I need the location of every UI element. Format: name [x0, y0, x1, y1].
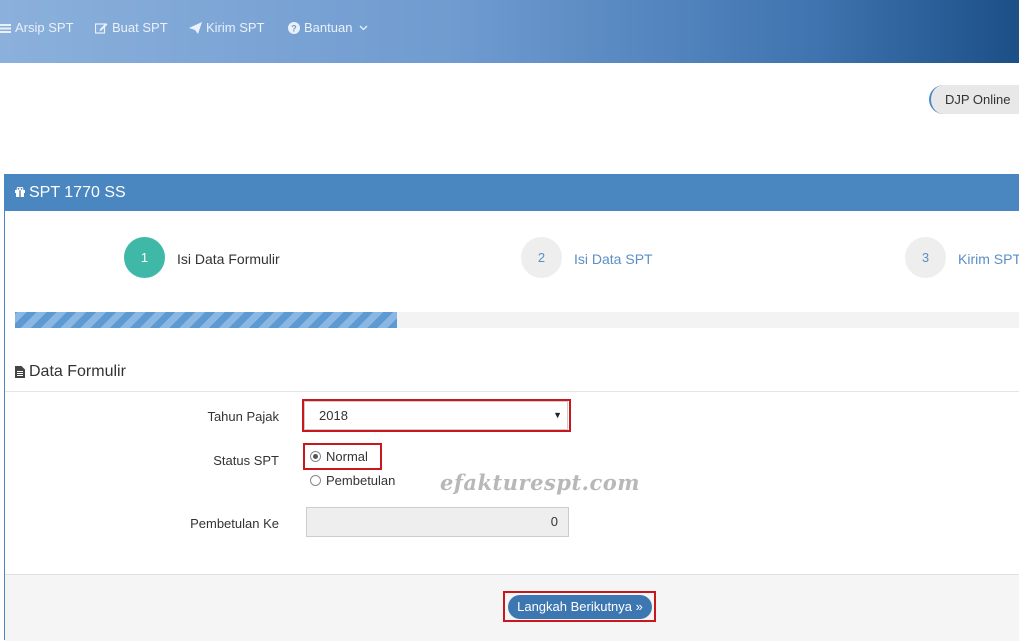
pembetulan-ke-label: Pembetulan Ke — [190, 516, 279, 531]
question-icon: ? — [288, 21, 300, 34]
svg-text:?: ? — [291, 23, 297, 33]
step-3-number: 3 — [921, 250, 930, 265]
highlight-status-normal — [303, 443, 382, 470]
tahun-pajak-label: Tahun Pajak — [207, 409, 279, 424]
step-1-number: 1 — [140, 250, 149, 265]
step-3-circle[interactable]: 3 — [905, 237, 946, 278]
gift-icon — [15, 187, 25, 197]
section-title-label: Data Formulir — [29, 363, 126, 380]
status-spt-label: Status SPT — [213, 453, 279, 468]
djp-online-button[interactable]: DJP Online — [929, 85, 1019, 114]
progress-bar — [15, 312, 1019, 328]
pembetulan-ke-input[interactable]: 0 — [306, 507, 569, 537]
step-2-label: Isi Data SPT — [574, 251, 653, 267]
radio-pembetulan-label: Pembetulan — [326, 473, 396, 488]
nav-arsip-spt-label: Arsip SPT — [15, 20, 74, 35]
list-icon — [0, 23, 11, 33]
nav-kirim-spt[interactable]: Kirim SPT — [189, 20, 265, 35]
panel-header: SPT 1770 SS — [5, 175, 1019, 211]
highlight-tahun-pajak — [302, 399, 571, 432]
step-2-number: 2 — [537, 250, 546, 265]
top-navbar: Arsip SPT Buat SPT Kirim SPT ? Bantuan — [0, 0, 1019, 63]
step-3-label: Kirim SPT — [958, 251, 1019, 267]
nav-bantuan[interactable]: ? Bantuan — [288, 20, 368, 35]
nav-bantuan-label: Bantuan — [304, 20, 353, 35]
nav-buat-spt[interactable]: Buat SPT — [95, 20, 168, 35]
step-1-circle[interactable]: 1 — [124, 237, 165, 278]
document-icon — [15, 366, 25, 378]
djp-online-label: DJP Online — [945, 92, 1011, 107]
edit-icon — [95, 22, 108, 34]
section-title: Data Formulir — [15, 363, 126, 381]
step-1-label: Isi Data Formulir — [177, 251, 280, 267]
progress-bar-fill — [15, 312, 397, 328]
section-divider — [5, 391, 1019, 392]
send-icon — [189, 21, 202, 34]
step-2-circle[interactable]: 2 — [521, 237, 562, 278]
radio-pembetulan[interactable]: Pembetulan — [310, 473, 395, 488]
radio-pembetulan-input[interactable] — [310, 475, 321, 486]
nav-buat-spt-label: Buat SPT — [112, 20, 168, 35]
highlight-next-button — [503, 591, 656, 622]
pembetulan-ke-value: 0 — [550, 514, 558, 529]
nav-kirim-spt-label: Kirim SPT — [206, 20, 265, 35]
watermark: efakturespt.com — [440, 470, 640, 495]
nav-arsip-spt[interactable]: Arsip SPT — [0, 20, 74, 35]
panel-title: SPT 1770 SS — [29, 184, 126, 201]
chevron-down-icon — [359, 25, 368, 30]
